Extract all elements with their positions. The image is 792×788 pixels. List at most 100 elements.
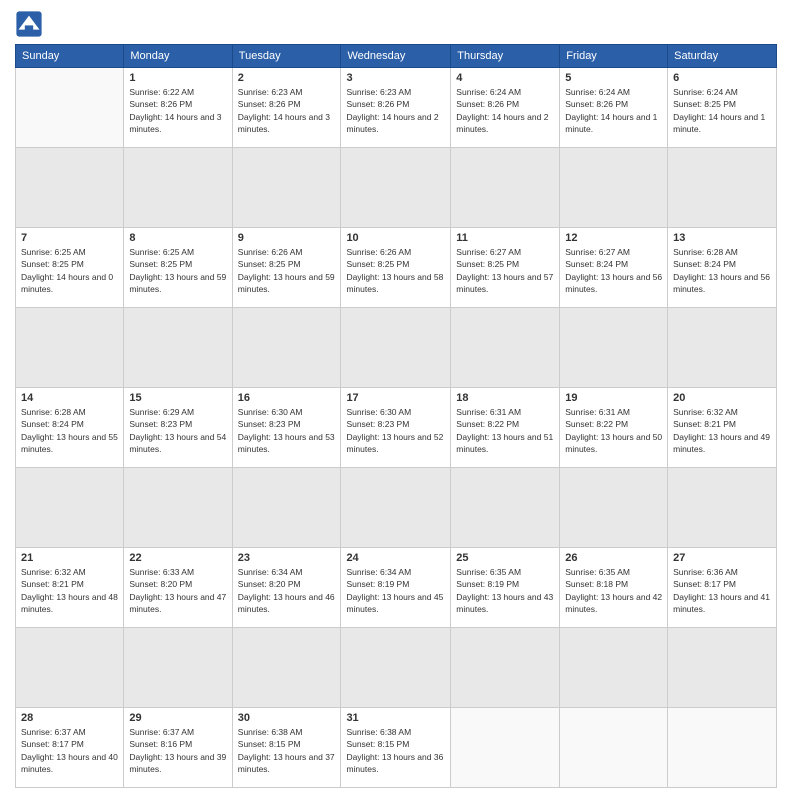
day-info: Sunrise: 6:37 AMSunset: 8:16 PMDaylight:…: [129, 726, 226, 775]
separator-cell: [560, 628, 668, 708]
day-info: Sunrise: 6:30 AMSunset: 8:23 PMDaylight:…: [238, 406, 336, 455]
separator-cell: [16, 308, 124, 388]
calendar-cell: 8 Sunrise: 6:25 AMSunset: 8:25 PMDaylight…: [124, 228, 232, 308]
separator-cell: [124, 628, 232, 708]
separator-cell: [668, 148, 777, 228]
day-header-thursday: Thursday: [451, 45, 560, 68]
day-info: Sunrise: 6:31 AMSunset: 8:22 PMDaylight:…: [565, 406, 662, 455]
day-number: 8: [129, 232, 226, 244]
calendar-cell: 18Sunrise: 6:31 AMSunset: 8:22 PMDayligh…: [451, 388, 560, 468]
separator-cell: [341, 308, 451, 388]
day-number: 27: [673, 552, 771, 564]
calendar-cell: 6 Sunrise: 6:24 AMSunset: 8:25 PMDaylight…: [668, 68, 777, 148]
separator-cell: [16, 148, 124, 228]
day-number: 2: [238, 72, 336, 84]
day-number: 17: [346, 392, 445, 404]
separator-cell: [451, 148, 560, 228]
separator-cell: [560, 308, 668, 388]
page: SundayMondayTuesdayWednesdayThursdayFrid…: [0, 0, 792, 612]
logo-icon: [15, 10, 43, 38]
calendar-cell: 14 Sunrise: 6:28 AMSunset: 8:24 PMDayligh…: [16, 388, 124, 468]
separator-cell: [560, 468, 668, 548]
day-number: 26: [565, 552, 662, 564]
day-info: Sunrise: 6:26 AMSunset: 8:25 PMDaylight:…: [346, 246, 445, 295]
day-header-saturday: Saturday: [668, 45, 777, 68]
separator-cell: [560, 148, 668, 228]
calendar-cell: 3 Sunrise: 6:23 AMSunset: 8:26 PMDaylight…: [341, 68, 451, 148]
day-info: Sunrise: 6:28 AMSunset: 8:24 PMDaylight:…: [21, 406, 118, 455]
day-number: 31: [346, 712, 445, 724]
day-info: Sunrise: 6:22 AMSunset: 8:26 PMDaylight:…: [129, 86, 226, 135]
day-number: 6: [673, 72, 771, 84]
day-number: 13: [673, 232, 771, 244]
day-number: 5: [565, 72, 662, 84]
day-info: Sunrise: 6:33 AMSunset: 8:20 PMDaylight:…: [129, 566, 226, 615]
day-number: 22: [129, 552, 226, 564]
row-separator: [16, 308, 777, 388]
separator-cell: [232, 628, 341, 708]
day-info: Sunrise: 6:25 AMSunset: 8:25 PMDaylight:…: [129, 246, 226, 295]
logo: [15, 10, 47, 38]
separator-cell: [124, 148, 232, 228]
day-header-sunday: Sunday: [16, 45, 124, 68]
calendar-cell: 16 Sunrise: 6:30 AMSunset: 8:23 PMDayligh…: [232, 388, 341, 468]
calendar-cell: 26Sunrise: 6:35 AMSunset: 8:18 PMDayligh…: [560, 548, 668, 628]
calendar-cell: 11Sunrise: 6:27 AMSunset: 8:25 PMDayligh…: [451, 228, 560, 308]
row-separator: [16, 468, 777, 548]
calendar-cell: 31 Sunrise: 6:38 AMSunset: 8:15 PMDayligh…: [341, 708, 451, 788]
day-info: Sunrise: 6:26 AMSunset: 8:25 PMDaylight:…: [238, 246, 336, 295]
calendar-cell: 20Sunrise: 6:32 AMSunset: 8:21 PMDayligh…: [668, 388, 777, 468]
day-number: 15: [129, 392, 226, 404]
day-number: 14: [21, 392, 118, 404]
day-info: Sunrise: 6:25 AMSunset: 8:25 PMDaylight:…: [21, 246, 118, 295]
calendar-header-row: SundayMondayTuesdayWednesdayThursdayFrid…: [16, 45, 777, 68]
day-info: Sunrise: 6:35 AMSunset: 8:19 PMDaylight:…: [456, 566, 554, 615]
day-number: 23: [238, 552, 336, 564]
day-header-tuesday: Tuesday: [232, 45, 341, 68]
calendar-table: SundayMondayTuesdayWednesdayThursdayFrid…: [15, 44, 777, 788]
day-info: Sunrise: 6:34 AMSunset: 8:19 PMDaylight:…: [346, 566, 445, 615]
day-info: Sunrise: 6:29 AMSunset: 8:23 PMDaylight:…: [129, 406, 226, 455]
calendar-week-row: 14 Sunrise: 6:28 AMSunset: 8:24 PMDayligh…: [16, 388, 777, 468]
row-separator: [16, 148, 777, 228]
day-info: Sunrise: 6:24 AMSunset: 8:26 PMDaylight:…: [456, 86, 554, 135]
calendar-cell: 10Sunrise: 6:26 AMSunset: 8:25 PMDayligh…: [341, 228, 451, 308]
calendar-week-row: 1Sunrise: 6:22 AMSunset: 8:26 PMDaylight…: [16, 68, 777, 148]
calendar-cell: 22 Sunrise: 6:33 AMSunset: 8:20 PMDayligh…: [124, 548, 232, 628]
day-number: 3: [346, 72, 445, 84]
calendar-cell: [16, 68, 124, 148]
day-info: Sunrise: 6:23 AMSunset: 8:26 PMDaylight:…: [238, 86, 336, 135]
day-info: Sunrise: 6:24 AMSunset: 8:25 PMDaylight:…: [673, 86, 771, 135]
calendar-cell: 30 Sunrise: 6:38 AMSunset: 8:15 PMDayligh…: [232, 708, 341, 788]
separator-cell: [668, 468, 777, 548]
calendar-cell: 5Sunrise: 6:24 AMSunset: 8:26 PMDaylight…: [560, 68, 668, 148]
day-info: Sunrise: 6:38 AMSunset: 8:15 PMDaylight:…: [238, 726, 336, 775]
calendar-cell: 2 Sunrise: 6:23 AMSunset: 8:26 PMDaylight…: [232, 68, 341, 148]
separator-cell: [341, 468, 451, 548]
day-info: Sunrise: 6:38 AMSunset: 8:15 PMDaylight:…: [346, 726, 445, 775]
day-number: 16: [238, 392, 336, 404]
day-number: 7: [21, 232, 118, 244]
calendar-cell: 4Sunrise: 6:24 AMSunset: 8:26 PMDaylight…: [451, 68, 560, 148]
calendar-cell: 12Sunrise: 6:27 AMSunset: 8:24 PMDayligh…: [560, 228, 668, 308]
day-header-friday: Friday: [560, 45, 668, 68]
separator-cell: [451, 308, 560, 388]
day-number: 21: [21, 552, 118, 564]
day-number: 9: [238, 232, 336, 244]
day-info: Sunrise: 6:23 AMSunset: 8:26 PMDaylight:…: [346, 86, 445, 135]
calendar-cell: 21 Sunrise: 6:32 AMSunset: 8:21 PMDayligh…: [16, 548, 124, 628]
calendar-cell: 25Sunrise: 6:35 AMSunset: 8:19 PMDayligh…: [451, 548, 560, 628]
day-info: Sunrise: 6:31 AMSunset: 8:22 PMDaylight:…: [456, 406, 554, 455]
day-info: Sunrise: 6:30 AMSunset: 8:23 PMDaylight:…: [346, 406, 445, 455]
separator-cell: [341, 148, 451, 228]
day-number: 30: [238, 712, 336, 724]
calendar-cell: 7 Sunrise: 6:25 AMSunset: 8:25 PMDaylight…: [16, 228, 124, 308]
separator-cell: [232, 148, 341, 228]
day-info: Sunrise: 6:32 AMSunset: 8:21 PMDaylight:…: [21, 566, 118, 615]
calendar-cell: 23Sunrise: 6:34 AMSunset: 8:20 PMDayligh…: [232, 548, 341, 628]
calendar-cell: 15 Sunrise: 6:29 AMSunset: 8:23 PMDayligh…: [124, 388, 232, 468]
calendar-week-row: 28Sunrise: 6:37 AMSunset: 8:17 PMDayligh…: [16, 708, 777, 788]
day-number: 19: [565, 392, 662, 404]
separator-cell: [232, 468, 341, 548]
separator-cell: [341, 628, 451, 708]
